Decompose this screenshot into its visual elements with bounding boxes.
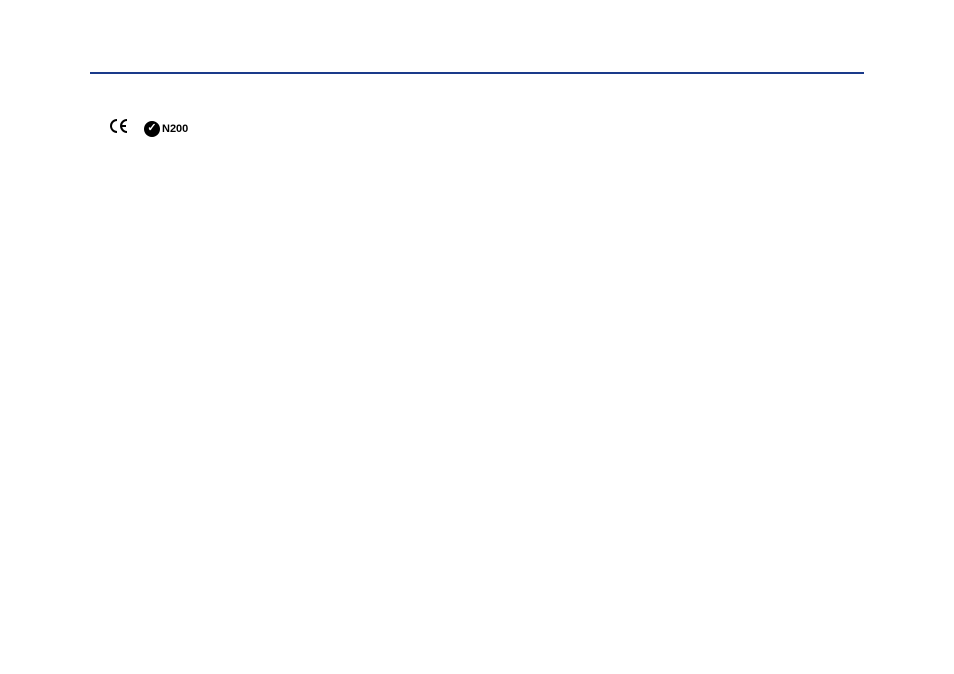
ce-mark-icon [110,118,130,139]
ctick-mark: N200 [144,121,188,137]
compliance-marks-row: N200 [110,118,864,139]
ctick-number: N200 [162,123,188,135]
ce-logo-icon [110,118,130,134]
ctick-icon [144,121,160,137]
page-content: N200 [0,0,954,139]
horizontal-divider [90,72,864,74]
